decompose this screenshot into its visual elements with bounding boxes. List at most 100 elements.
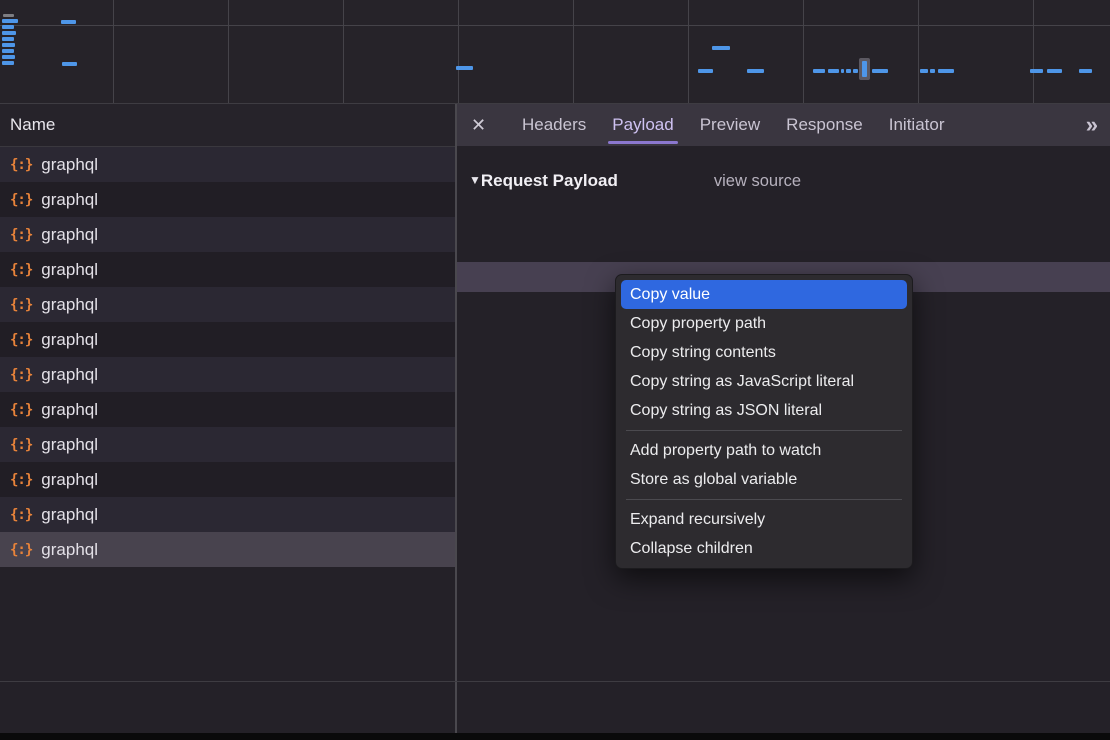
- context-menu: Copy valueCopy property pathCopy string …: [615, 274, 913, 569]
- tab-payload[interactable]: Payload: [599, 104, 686, 146]
- request-row[interactable]: {:} graphql: [0, 287, 455, 322]
- json-row-operationname[interactable]: operationName: "ipFlowTimeseries": [457, 232, 1110, 262]
- json-braces-icon: {:}: [10, 297, 32, 313]
- request-name-label: graphql: [41, 190, 98, 210]
- menu-item-copy-string-as-json-literal[interactable]: Copy string as JSON literal: [616, 396, 912, 425]
- request-row[interactable]: {:} graphql: [0, 497, 455, 532]
- section-title: Request Payload: [481, 171, 618, 190]
- request-timing-bar: [712, 46, 730, 50]
- timeline-gridline: [1033, 0, 1034, 103]
- timeline-gridline: [0, 25, 1110, 26]
- json-braces-icon: {:}: [10, 437, 32, 453]
- timeline-gridline: [113, 0, 114, 103]
- request-row[interactable]: {:} graphql: [0, 427, 455, 462]
- summary-bar-divider: [0, 681, 1110, 682]
- page-background-strip: [0, 733, 1110, 740]
- json-braces-icon: {:}: [10, 227, 32, 243]
- request-timing-bar: [2, 43, 15, 47]
- request-name-label: graphql: [41, 330, 98, 350]
- json-braces-icon: {:}: [10, 402, 32, 418]
- json-braces-icon: {:}: [10, 332, 32, 348]
- request-timing-bar: [853, 69, 858, 73]
- request-name-label: graphql: [41, 225, 98, 245]
- menu-item-copy-string-as-javascript-literal[interactable]: Copy string as JavaScript literal: [616, 367, 912, 396]
- menu-separator: [626, 499, 902, 500]
- request-row[interactable]: {:} graphql: [0, 462, 455, 497]
- request-name-label: graphql: [41, 435, 98, 455]
- request-name-label: graphql: [41, 365, 98, 385]
- tab-initiator[interactable]: Initiator: [876, 104, 958, 146]
- tab-headers[interactable]: Headers: [509, 104, 599, 146]
- request-timing-bar: [1030, 69, 1043, 73]
- menu-item-expand-recursively[interactable]: Expand recursively: [616, 505, 912, 534]
- request-row[interactable]: {:} graphql: [0, 182, 455, 217]
- request-timing-bar: [938, 69, 954, 73]
- request-timing-bar: [2, 61, 14, 65]
- tab-preview[interactable]: Preview: [687, 104, 773, 146]
- tab-response[interactable]: Response: [773, 104, 876, 146]
- request-name-label: graphql: [41, 505, 98, 525]
- menu-item-collapse-children[interactable]: Collapse children: [616, 534, 912, 563]
- details-tabbar: ✕ HeadersPayloadPreviewResponseInitiator…: [457, 104, 1110, 146]
- request-row[interactable]: {:}graphql: [0, 392, 455, 427]
- request-timing-bar: [698, 69, 713, 73]
- request-timing-bar: [3, 14, 14, 17]
- menu-item-copy-string-contents[interactable]: Copy string contents: [616, 338, 912, 367]
- timeline-gridline: [918, 0, 919, 103]
- network-overview-timeline[interactable]: [0, 0, 1110, 104]
- timeline-gridline: [803, 0, 804, 103]
- details-tabs: HeadersPayloadPreviewResponseInitiator: [509, 104, 957, 146]
- timeline-gridline: [573, 0, 574, 103]
- request-row[interactable]: {:} graphql: [0, 532, 455, 567]
- request-row[interactable]: {:} graphql: [0, 322, 455, 357]
- timeline-gridline: [228, 0, 229, 103]
- json-braces-icon: {:}: [10, 367, 32, 383]
- json-braces-icon: {:}: [10, 507, 32, 523]
- request-timing-bar: [813, 69, 825, 73]
- request-timing-bar: [1079, 69, 1092, 73]
- request-timing-bar: [2, 25, 14, 29]
- request-timing-bar: [920, 69, 928, 73]
- collapse-triangle-icon[interactable]: ▼: [469, 173, 481, 187]
- request-row[interactable]: {:} graphql: [0, 217, 455, 252]
- request-name-label: graphql: [41, 155, 98, 175]
- json-braces-icon: {:}: [10, 262, 32, 278]
- view-source-link[interactable]: view source: [714, 172, 801, 190]
- request-timing-bar: [747, 69, 764, 73]
- devtools-network-panel: Name {:}graphql{:}graphql{:}graphql{:}gr…: [0, 0, 1110, 740]
- more-tabs-icon[interactable]: »: [1086, 112, 1096, 138]
- request-name-label: graphql: [41, 470, 98, 490]
- menu-item-copy-property-path[interactable]: Copy property path: [616, 309, 912, 338]
- requests-table: Name {:}graphql{:}graphql{:}graphql{:}gr…: [0, 104, 455, 733]
- json-root-row[interactable]: ▼ {operationName: "ipFlowTimeseries", va…: [457, 202, 1110, 232]
- request-name-label: graphql: [41, 260, 98, 280]
- name-column-header[interactable]: Name: [0, 104, 455, 147]
- close-icon[interactable]: ✕: [471, 115, 493, 136]
- request-timing-bar: [930, 69, 935, 73]
- request-timing-bar: [62, 62, 77, 66]
- menu-item-store-as-global-variable[interactable]: Store as global variable: [616, 465, 912, 494]
- selected-request-bar: [862, 61, 867, 77]
- menu-item-copy-value[interactable]: Copy value: [621, 280, 907, 309]
- request-timing-bar: [61, 20, 76, 24]
- timeline-gridline: [688, 0, 689, 103]
- request-row[interactable]: {:} graphql: [0, 252, 455, 287]
- menu-separator: [626, 430, 902, 431]
- request-row[interactable]: {:}graphql: [0, 147, 455, 182]
- request-timing-bar: [2, 31, 16, 35]
- menu-item-add-property-path-to-watch[interactable]: Add property path to watch: [616, 436, 912, 465]
- request-timing-bar: [2, 49, 14, 53]
- request-timing-bar: [2, 37, 14, 41]
- request-timing-bar: [828, 69, 839, 73]
- request-row[interactable]: {:} graphql: [0, 357, 455, 392]
- name-column-label: Name: [10, 115, 55, 134]
- request-timing-bar: [872, 69, 888, 73]
- request-name-label: graphql: [41, 540, 98, 560]
- request-timing-bar: [456, 66, 473, 70]
- request-list: {:} graphql {:} graphql {:} graphql {:} graphql…: [0, 147, 455, 567]
- request-name-label: graphql: [41, 295, 98, 315]
- json-braces-icon: {:}: [10, 542, 32, 558]
- json-braces-icon: {:}: [10, 472, 32, 488]
- request-timing-bar: [1047, 69, 1062, 73]
- json-braces-icon: {:}: [10, 192, 32, 208]
